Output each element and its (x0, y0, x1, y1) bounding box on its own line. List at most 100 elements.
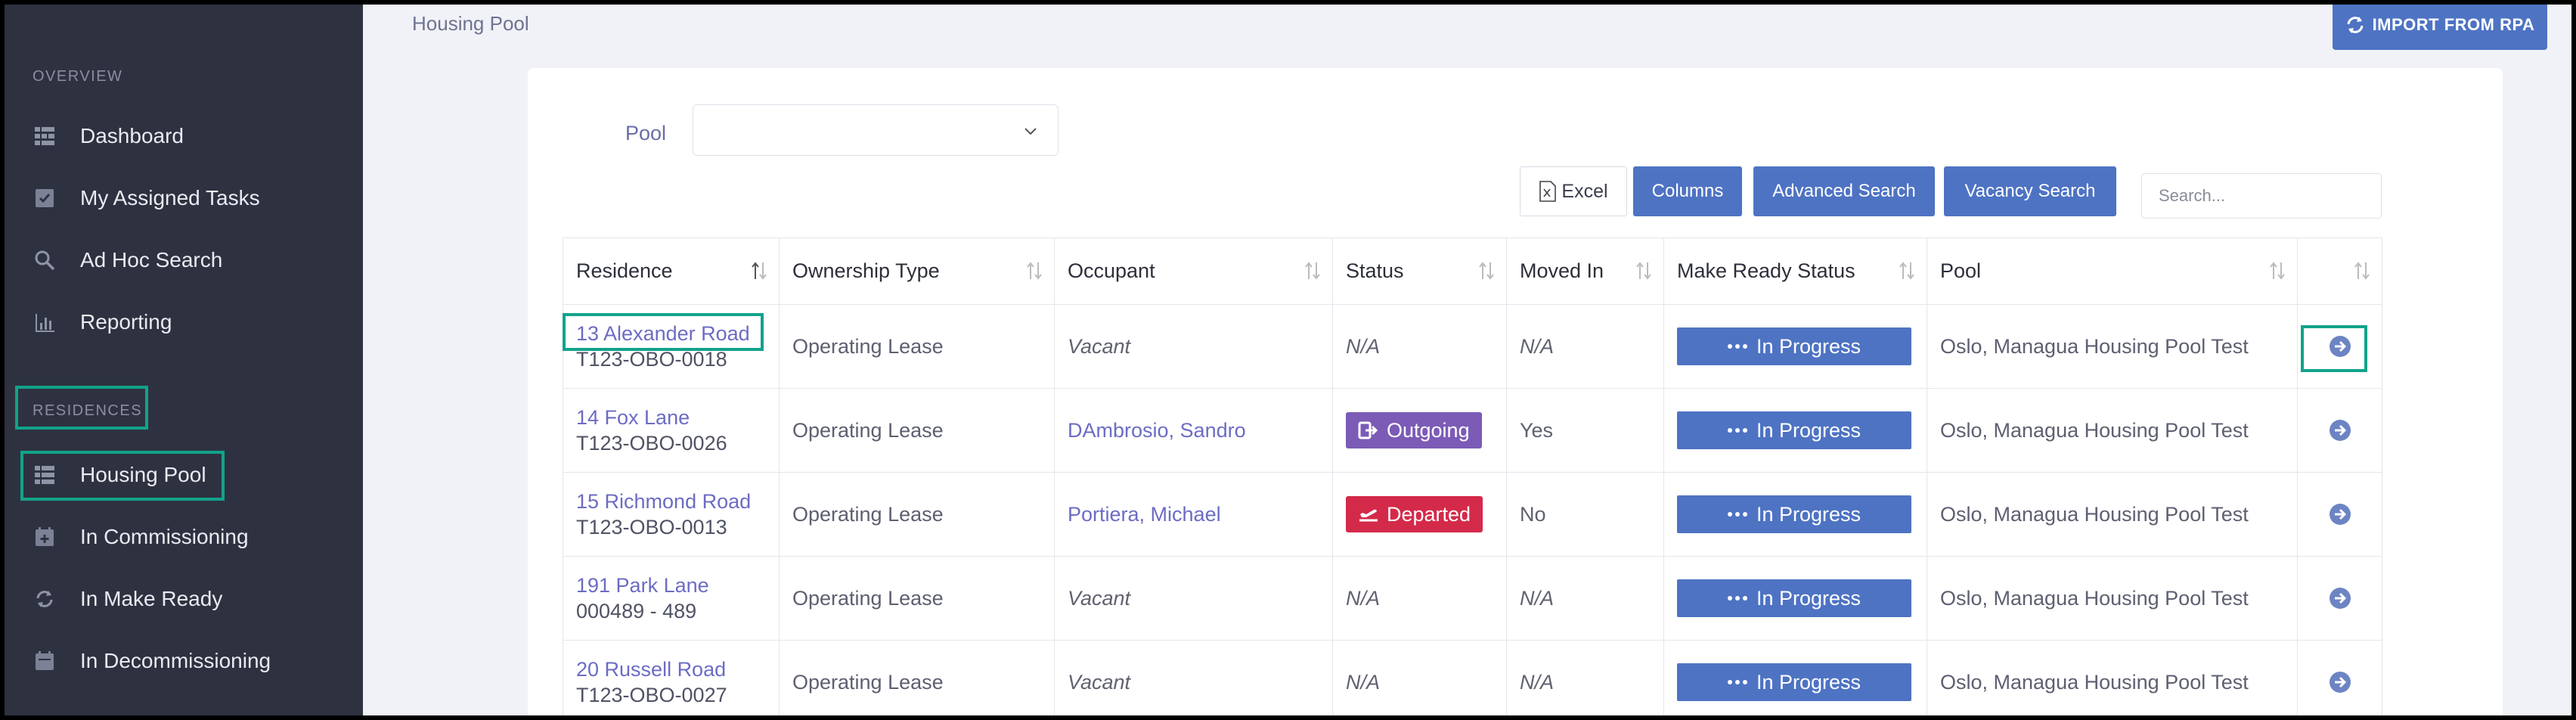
make-ready-status-button[interactable]: In Progress (1677, 327, 1911, 365)
open-row-highlight (2301, 325, 2367, 372)
moved-in-value: N/A (1520, 670, 1555, 694)
ownership-type: Operating Lease (792, 502, 944, 526)
sidebar-item-label: In Make Ready (80, 587, 223, 610)
make-ready-status-button[interactable]: In Progress (1677, 495, 1911, 533)
cell-occupant: Vacant (1054, 640, 1333, 715)
column-header-moved-in[interactable]: Moved In (1506, 237, 1664, 305)
pool-select[interactable] (693, 104, 1059, 156)
sidebar-item-in-commissioning[interactable]: In Commissioning (32, 514, 249, 560)
cell-moved-in: No (1506, 472, 1664, 557)
arrow-right-circle-icon[interactable] (2311, 502, 2369, 526)
checkbox-icon (32, 185, 57, 211)
sidebar-item-label: Ad Hoc Search (80, 248, 223, 272)
bar-chart-icon (32, 309, 57, 335)
status-text: N/A (1346, 586, 1381, 610)
make-ready-text: In Progress (1756, 334, 1861, 358)
sidebar-item-reporting[interactable]: Reporting (32, 299, 172, 345)
ellipsis-icon (1727, 680, 1747, 684)
sidebar-item-in-make-ready[interactable]: In Make Ready (32, 576, 222, 622)
cell-occupant: DAmbrosio, Sandro (1054, 388, 1333, 473)
arrow-right-circle-icon[interactable] (2311, 418, 2369, 442)
pool-name: Oslo, Managua Housing Pool Test (1940, 502, 2249, 526)
sidebar-item-ad-hoc-search[interactable]: Ad Hoc Search (32, 237, 222, 283)
residence-link[interactable]: 14 Fox Lane (576, 405, 766, 430)
sort-icon (1636, 262, 1651, 280)
excel-export-button[interactable]: Excel (1520, 166, 1627, 216)
sidebar-item-dashboard[interactable]: Dashboard (32, 113, 184, 159)
cell-moved-in: N/A (1506, 556, 1664, 641)
header-label: Moved In (1520, 259, 1604, 282)
sign-out-icon (1358, 420, 1387, 441)
arrow-right-circle-icon[interactable] (2311, 586, 2369, 610)
column-header-ownership-type[interactable]: Ownership Type (779, 237, 1055, 305)
make-ready-status-button[interactable]: In Progress (1677, 663, 1911, 701)
cell-make-ready: In Progress (1663, 640, 1927, 715)
column-header-actions[interactable] (2297, 237, 2382, 305)
sidebar-item-label: Reporting (80, 310, 172, 334)
columns-button[interactable]: Columns (1633, 166, 1742, 216)
cell-ownership: Operating Lease (779, 304, 1055, 389)
make-ready-text: In Progress (1756, 418, 1861, 442)
pool-name: Oslo, Managua Housing Pool Test (1940, 418, 2249, 442)
page-title: Housing Pool (412, 12, 529, 35)
app-frame: OVERVIEW Dashboard My Assigned Tasks Ad … (5, 5, 2571, 715)
ellipsis-icon (1727, 512, 1747, 517)
ownership-type: Operating Lease (792, 586, 944, 610)
pool-name: Oslo, Managua Housing Pool Test (1940, 334, 2249, 358)
table-search-input[interactable] (2141, 173, 2382, 219)
sidebar-item-label: My Assigned Tasks (80, 186, 260, 209)
moved-in-value: Yes (1520, 418, 1554, 442)
housing-pool-highlight (20, 451, 225, 501)
residence-link[interactable]: 20 Russell Road (576, 656, 766, 682)
column-header-make-ready-status[interactable]: Make Ready Status (1663, 237, 1927, 305)
status-text: Outgoing (1387, 418, 1470, 442)
occupant-name: Vacant (1068, 670, 1131, 694)
cell-occupant: Portiera, Michael (1054, 472, 1333, 557)
cell-status: N/A (1332, 556, 1507, 641)
column-header-residence[interactable]: Residence (563, 237, 780, 305)
cell-status: Outgoing (1332, 388, 1507, 473)
table-row: 20 Russell Road T123-OBO-0027 Operating Le… (563, 640, 2382, 715)
cell-ownership: Operating Lease (779, 388, 1055, 473)
import-label: IMPORT FROM RPA (2372, 15, 2535, 34)
sidebar-item-label: Dashboard (80, 124, 184, 147)
residence-link-highlight (563, 313, 764, 351)
import-from-rpa-button[interactable]: IMPORT FROM RPA (2333, 5, 2547, 50)
housing-pool-table: Residence Ownership Type Occupant Status… (563, 237, 2382, 715)
residence-link[interactable]: 191 Park Lane (576, 573, 766, 598)
occupant-name[interactable]: DAmbrosio, Sandro (1068, 419, 1246, 442)
make-ready-status-button[interactable]: In Progress (1677, 579, 1911, 617)
vacancy-search-label: Vacancy Search (1964, 181, 2096, 201)
advanced-search-button[interactable]: Advanced Search (1753, 166, 1935, 216)
make-ready-status-button[interactable]: In Progress (1677, 411, 1911, 449)
ellipsis-icon (1727, 344, 1747, 349)
cell-make-ready: In Progress (1663, 388, 1927, 473)
ellipsis-icon (1727, 428, 1747, 433)
moved-in-value: No (1520, 502, 1546, 526)
table-row: 14 Fox Lane T123-OBO-0026 Operating Lease D… (563, 388, 2382, 473)
sidebar-item-in-decommissioning[interactable]: In Decommissioning (32, 638, 271, 684)
table-body: 13 Alexander Road T123-OBO-0018 Operating … (563, 304, 2382, 715)
column-header-occupant[interactable]: Occupant (1054, 237, 1333, 305)
cell-pool: Oslo, Managua Housing Pool Test (1927, 640, 2298, 715)
column-header-status[interactable]: Status (1332, 237, 1507, 305)
pool-name: Oslo, Managua Housing Pool Test (1940, 670, 2249, 694)
residence-code: T123-OBO-0013 (576, 516, 727, 538)
make-ready-text: In Progress (1756, 670, 1861, 694)
excel-label: Excel (1561, 180, 1608, 202)
refresh-icon (32, 586, 57, 612)
arrow-right-circle-icon[interactable] (2311, 670, 2369, 694)
ownership-type: Operating Lease (792, 334, 944, 358)
cell-residence: 14 Fox Lane T123-OBO-0026 (563, 388, 780, 473)
cell-pool: Oslo, Managua Housing Pool Test (1927, 388, 2298, 473)
cell-status: Departed (1332, 472, 1507, 557)
cell-status: N/A (1332, 304, 1507, 389)
sidebar-item-my-assigned-tasks[interactable]: My Assigned Tasks (32, 175, 260, 221)
ownership-type: Operating Lease (792, 418, 944, 442)
vacancy-search-button[interactable]: Vacancy Search (1944, 166, 2116, 216)
column-header-pool[interactable]: Pool (1927, 237, 2298, 305)
status-text: Departed (1387, 502, 1471, 526)
residence-link[interactable]: 15 Richmond Road (576, 489, 766, 514)
occupant-name[interactable]: Portiera, Michael (1068, 503, 1221, 526)
pool-name: Oslo, Managua Housing Pool Test (1940, 586, 2249, 610)
